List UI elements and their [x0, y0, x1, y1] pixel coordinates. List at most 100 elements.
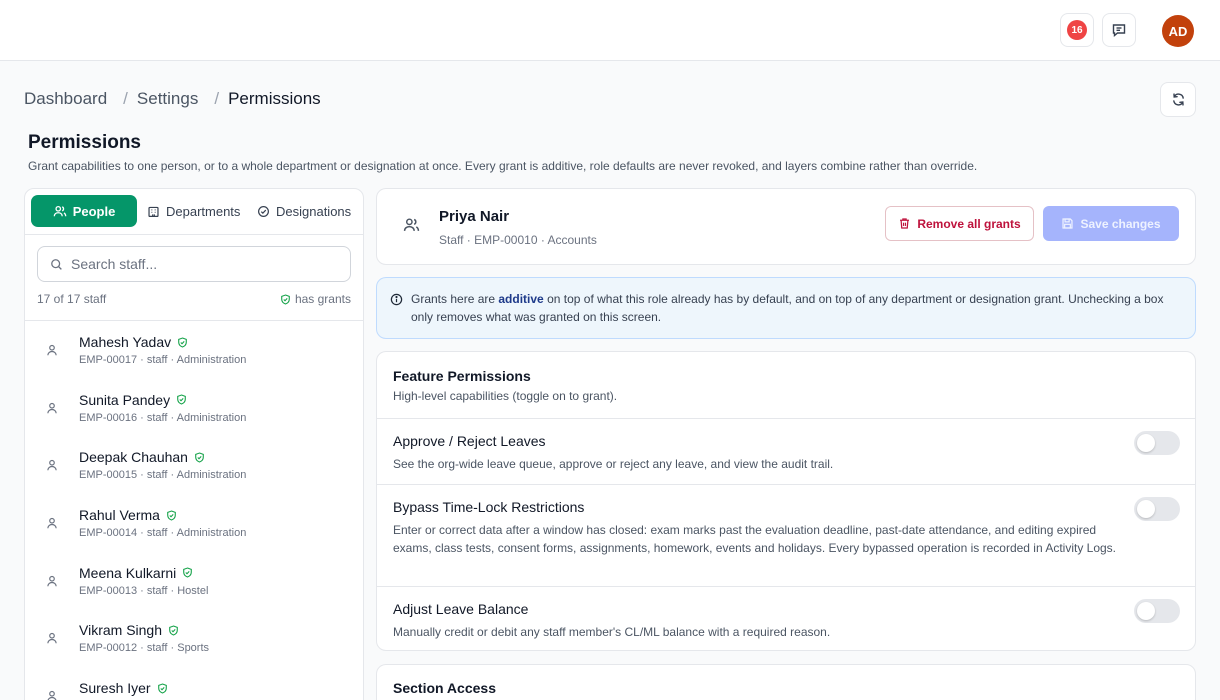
staff-name: Mahesh Yadav [79, 334, 188, 350]
grants-legend-label: has grants [294, 292, 351, 306]
breadcrumb-separator: / [214, 89, 220, 108]
page-subtitle: Grant capabilities to one person, or to … [28, 159, 978, 173]
staff-list-item[interactable]: Rahul Verma EMP-00014 · staff · Administr… [25, 494, 363, 552]
person-icon [47, 460, 57, 471]
selected-person-meta: Staff · EMP-00010 · Accounts [439, 233, 597, 247]
permission-row-bypass-time-lock: Bypass Time-Lock Restrictions Enter or c… [377, 484, 1195, 586]
save-changes-button[interactable]: Save changes [1043, 206, 1179, 241]
selected-person-card: Priya Nair Staff · EMP-00010 · Accounts … [376, 188, 1196, 265]
people-icon [53, 205, 67, 217]
tab-departments[interactable]: Departments [147, 195, 240, 227]
feature-permissions-card: Feature Permissions High-level capabilit… [376, 351, 1196, 651]
shield-check-icon [281, 293, 290, 305]
breadcrumb-separator: / [123, 89, 128, 108]
permission-title: Bypass Time-Lock Restrictions [393, 499, 585, 515]
toggle-knob [1137, 500, 1155, 518]
staff-name-text: Rahul Verma [79, 507, 160, 524]
refresh-button[interactable] [1160, 82, 1196, 117]
feature-permissions-subtitle: High-level capabilities (toggle on to gr… [393, 389, 618, 403]
tab-designations[interactable]: Designations [257, 195, 351, 227]
building-icon [148, 206, 159, 217]
staff-list-item[interactable]: Deepak Chauhan EMP-00015 · staff · Admini… [25, 436, 363, 494]
staff-count: 17 of 17 staff [37, 292, 107, 306]
user-avatar[interactable]: AD [1162, 15, 1194, 47]
staff-list-item[interactable]: Vikram Singh EMP-00012 · staff · Sports [25, 609, 363, 667]
refresh-icon [1172, 93, 1184, 106]
notification-count-badge: 16 [1067, 20, 1087, 40]
tab-people[interactable]: People [31, 195, 137, 227]
shield-check-icon [177, 394, 186, 405]
feature-permissions-title: Feature Permissions [393, 368, 531, 384]
toggle-bypass-time-lock[interactable] [1134, 497, 1180, 521]
shield-check-icon [195, 452, 204, 463]
shield-check-icon [169, 625, 178, 636]
toggle-approve-leaves[interactable] [1134, 431, 1180, 455]
staff-list-item[interactable]: Suresh Iyer [25, 667, 363, 700]
save-icon [1062, 218, 1074, 229]
save-changes-label: Save changes [1080, 216, 1161, 231]
staff-name-text: Deepak Chauhan [79, 449, 188, 466]
top-bar: 16 AD [0, 0, 1220, 61]
staff-name: Meena Kulkarni [79, 565, 193, 581]
staff-meta: EMP-00013 · staff · Hostel [79, 584, 209, 597]
permission-row-approve-leaves: Approve / Reject Leaves See the org-wide… [377, 418, 1195, 484]
scope-tabs: People Departments Designations [25, 189, 363, 235]
staff-name-text: Vikram Singh [79, 622, 163, 639]
person-icon [47, 633, 57, 644]
staff-meta: EMP-00016 · staff · Administration [79, 411, 247, 424]
staff-meta: EMP-00012 · staff · Sports [79, 642, 210, 655]
permission-description: Enter or correct data after a window has… [393, 523, 1117, 555]
permission-description: Manually credit or debit any staff membe… [393, 625, 831, 639]
permission-row-adjust-leave-balance: Adjust Leave Balance Manually credit or … [377, 586, 1195, 650]
toggle-knob [1137, 602, 1155, 620]
additive-info-notice: Grants here are additive on top of what … [376, 277, 1196, 339]
staff-meta: EMP-00015 · staff · Administration [79, 469, 247, 482]
remove-all-grants-button[interactable]: Remove all grants [885, 206, 1034, 241]
staff-name: Vikram Singh [79, 622, 179, 638]
breadcrumb-dashboard[interactable]: Dashboard [24, 89, 107, 109]
permission-title: Adjust Leave Balance [393, 601, 529, 617]
permission-title: Approve / Reject Leaves [393, 433, 546, 449]
tab-designations-label: Designations [276, 203, 352, 219]
person-icon [47, 575, 57, 587]
selected-person-name: Priya Nair [439, 208, 510, 225]
grants-legend: has grants [280, 292, 351, 306]
staff-name: Suresh Iyer [79, 680, 168, 696]
staff-name: Deepak Chauhan [79, 449, 205, 465]
shield-check-icon [167, 510, 176, 521]
staff-name-text: Suresh Iyer [79, 680, 151, 697]
staff-name-text: Meena Kulkarni [79, 564, 177, 581]
person-icon [47, 402, 57, 413]
info-text: Grants here are additive on top of what … [411, 290, 1187, 326]
breadcrumb-settings[interactable]: Settings [137, 89, 198, 109]
staff-name: Rahul Verma [79, 507, 177, 523]
staff-panel: People Departments Designations 17 of 17… [24, 188, 364, 700]
shield-check-icon [178, 336, 187, 348]
staff-list: Mahesh Yadav EMP-00017 · staff · Administ… [25, 321, 363, 700]
staff-name: Sunita Pandey [79, 392, 187, 408]
staff-list-item[interactable]: Mahesh Yadav EMP-00017 · staff · Administ… [25, 321, 363, 379]
shield-check-icon [183, 567, 193, 578]
permission-description: See the org-wide leave queue, approve or… [393, 457, 834, 471]
staff-name-text: Sunita Pandey [79, 391, 171, 408]
shield-check-icon [157, 683, 167, 694]
staff-name-text: Mahesh Yadav [79, 334, 172, 350]
search-icon [51, 258, 62, 270]
staff-meta: EMP-00014 · staff · Administration [79, 527, 247, 540]
section-access-title: Section Access [393, 680, 496, 696]
search-input[interactable] [71, 256, 321, 272]
staff-meta: EMP-00017 · staff · Administration [79, 354, 247, 366]
messages-button[interactable] [1102, 13, 1136, 47]
staff-list-item[interactable]: Sunita Pandey EMP-00016 · staff · Adminis… [25, 379, 363, 437]
toggle-adjust-leave-balance[interactable] [1134, 599, 1180, 623]
notifications-button[interactable]: 16 [1060, 13, 1094, 47]
breadcrumb: Dashboard / Settings / Permissions [24, 88, 321, 110]
page-title: Permissions [28, 132, 141, 153]
staff-list-item[interactable]: Meena Kulkarni EMP-00013 · staff · Hostel [25, 552, 363, 610]
badge-check-icon [258, 205, 269, 217]
person-icon [47, 691, 57, 700]
tab-people-label: People [72, 203, 116, 219]
breadcrumb-permissions: Permissions [228, 89, 321, 108]
info-icon [390, 293, 403, 306]
chat-icon [1112, 24, 1126, 37]
